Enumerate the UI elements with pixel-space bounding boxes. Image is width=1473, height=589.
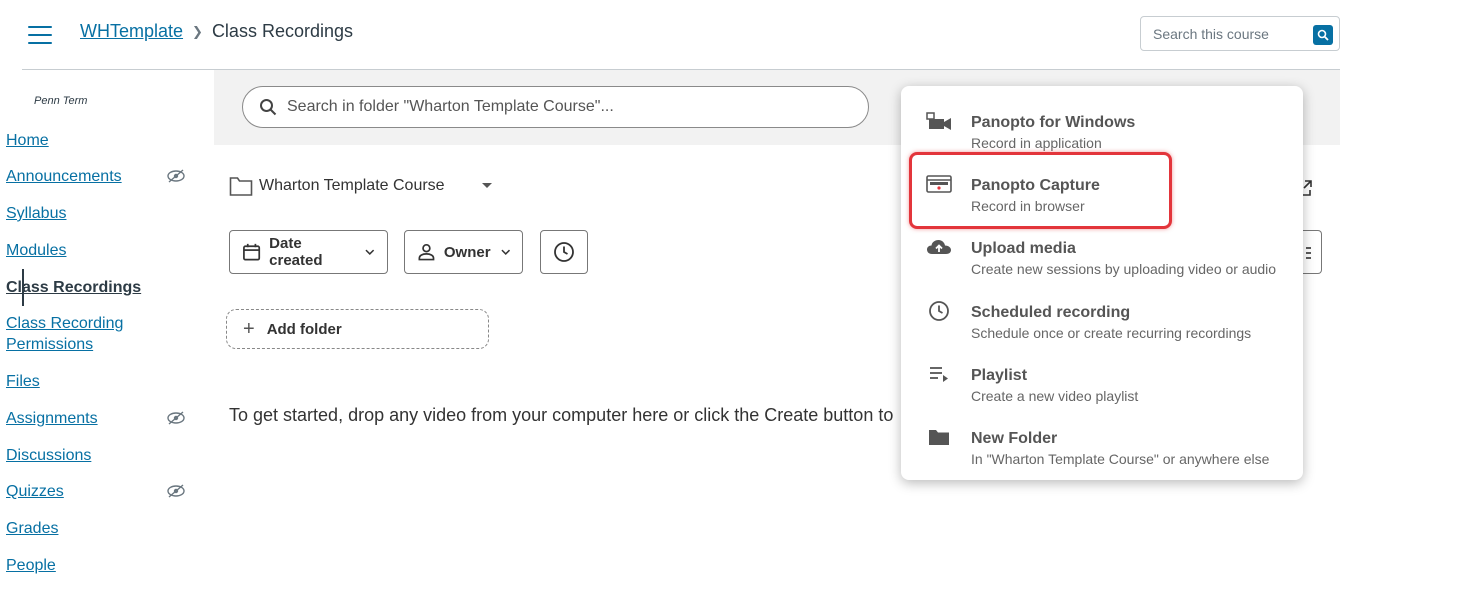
sidebar-item-class-recordings[interactable]: Class Recordings [6,277,141,298]
term-label: Penn Term [34,95,88,107]
menu-item-title: Scheduled recording [971,304,1131,321]
video-camera-icon [925,107,953,135]
sidebar-item-modules[interactable]: Modules [6,240,66,261]
sidebar-item-class-recording-permissions[interactable]: Class Recording Permissions [6,313,136,355]
eye-slash-icon [167,484,185,498]
cloud-upload-icon [925,233,953,261]
clock-icon [554,242,574,262]
owner-label: Owner [443,243,491,261]
folder-search [242,86,869,128]
clock-icon [925,297,953,325]
add-folder-button[interactable]: + Add folder [226,309,489,349]
breadcrumb: WHTemplate ❯ Class Recordings [80,21,353,42]
menu-item-subtitle: In "Wharton Template Course" or anywhere… [971,451,1270,467]
sidebar-item-syllabus[interactable]: Syllabus [6,203,66,224]
plus-icon: + [243,317,255,340]
folder-outline-icon [229,177,253,196]
sidebar-item-quizzes[interactable]: Quizzes [6,481,64,502]
highlight-annotation [909,152,1172,229]
empty-state-message: To get started, drop any video from your… [229,405,894,425]
person-icon [418,243,435,261]
sidebar-item-files[interactable]: Files [6,371,40,392]
search-icon [1317,29,1329,41]
eye-slash-icon [167,411,185,425]
hamburger-menu-icon[interactable] [28,26,52,44]
menu-item-scheduled-recording[interactable]: Scheduled recording Schedule once or cre… [901,285,1303,345]
owner-filter-button[interactable]: Owner [404,230,523,274]
recent-filter-button[interactable] [540,230,588,274]
menu-item-subtitle: Create new sessions by uploading video o… [971,261,1277,277]
sidebar-item-people[interactable]: People [6,555,56,576]
folder-selector[interactable]: Wharton Template Course [229,175,493,197]
breadcrumb-current-page: Class Recordings [211,21,353,41]
course-search [1140,16,1340,51]
sidebar-item-discussions[interactable]: Discussions [6,445,91,466]
playlist-icon [925,360,953,388]
menu-item-subtitle: Record in application [971,135,1102,151]
search-button[interactable] [1313,25,1333,45]
add-folder-label: Add folder [266,320,342,338]
folder-icon [925,423,953,451]
chevron-down-icon [365,249,375,255]
folder-search-input[interactable] [287,98,847,116]
menu-item-new-folder[interactable]: New Folder In "Wharton Template Course" … [901,411,1303,471]
menu-item-title: New Folder [971,430,1058,447]
date-created-label: Date created [269,235,323,269]
menu-item-playlist[interactable]: Playlist Create a new video playlist [901,348,1303,408]
sidebar-item-home[interactable]: Home [6,130,49,151]
calendar-icon [243,243,261,261]
course-search-input[interactable] [1153,25,1303,42]
menu-item-upload-media[interactable]: Upload media Create new sessions by uplo… [901,221,1303,281]
menu-item-title: Upload media [971,240,1076,257]
chevron-down-icon [500,249,510,255]
sidebar-item-grades[interactable]: Grades [6,518,58,539]
date-created-filter-button[interactable]: Date created [229,230,388,274]
menu-item-subtitle: Schedule once or create recurring record… [971,325,1252,341]
create-menu: Panopto for Windows Record in applicatio… [901,86,1303,480]
menu-item-title: Panopto for Windows [971,114,1136,131]
eye-slash-icon [167,169,185,183]
menu-item-panopto-for-windows[interactable]: Panopto for Windows Record in applicatio… [901,95,1303,155]
menu-item-subtitle: Create a new video playlist [971,388,1139,404]
breadcrumb-course-link[interactable]: WHTemplate [80,21,183,42]
sidebar-item-assignments[interactable]: Assignments [6,408,98,429]
caret-down-icon [481,183,492,188]
menu-item-title: Playlist [971,367,1028,384]
folder-name: Wharton Template Course [259,177,445,194]
search-icon [260,99,277,116]
sidebar-item-announcements[interactable]: Announcements [6,166,122,187]
chevron-right-icon: ❯ [192,23,203,39]
